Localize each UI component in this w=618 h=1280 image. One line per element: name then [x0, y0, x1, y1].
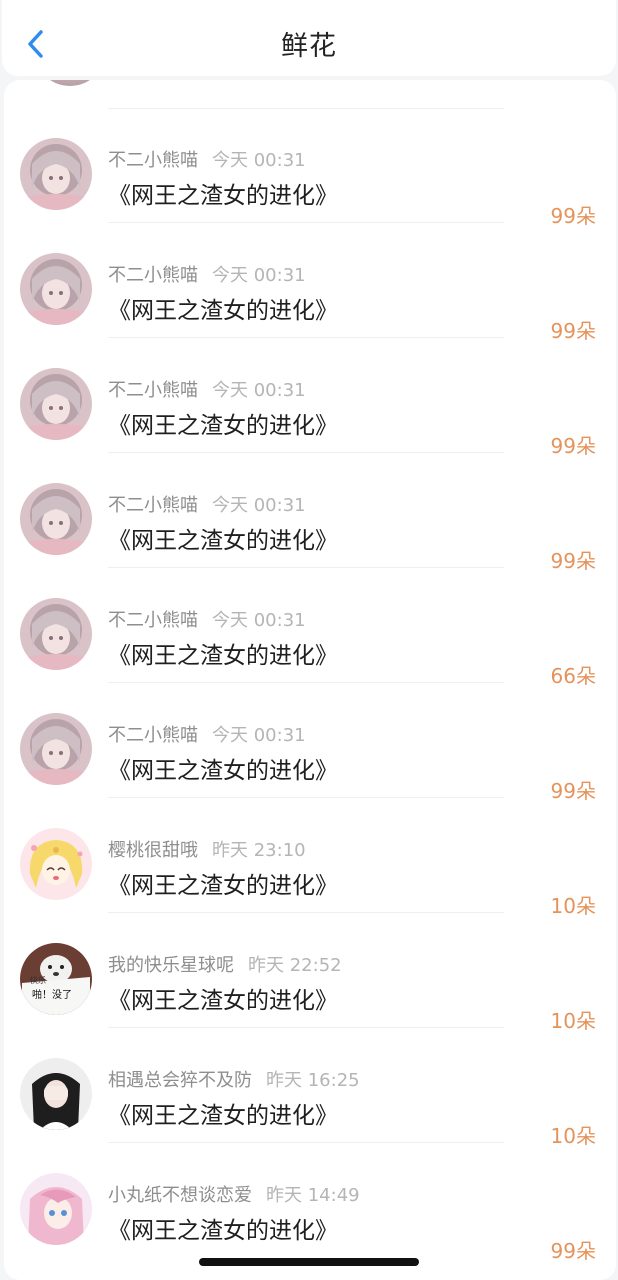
list-item[interactable]: 快乐 啪！没了 我的快乐星球呢 昨天 22:52 《网王之渣女的进化》 10朵: [4, 913, 616, 1033]
list-item[interactable]: 不二小熊喵 今天 00:31 《网王之渣女的进化》 66朵: [4, 568, 616, 688]
user-meta: 小丸纸不想谈恋爱 昨天 14:49: [108, 1181, 360, 1207]
book-title[interactable]: 《网王之渣女的进化》: [108, 636, 338, 670]
list-item[interactable]: 不二小熊喵 今天 00:31 《网王之渣女的进化》 99朵: [4, 108, 616, 228]
page-title: 鲜花: [281, 31, 337, 62]
timestamp: 今天 00:31: [212, 495, 306, 516]
timestamp: 今天 00:31: [212, 380, 306, 401]
list-item[interactable]: 不二小熊喵 今天 00:31 《网王之渣女的进化》 99朵: [4, 453, 616, 573]
avatar[interactable]: [20, 368, 92, 440]
avatar[interactable]: [20, 828, 92, 900]
username[interactable]: 不二小熊喵: [108, 725, 198, 746]
username[interactable]: 不二小熊喵: [108, 380, 198, 401]
book-title[interactable]: 《网王之渣女的进化》: [108, 1211, 338, 1245]
list-item[interactable]: 樱桃很甜哦 昨天 23:10 《网王之渣女的进化》 10朵: [4, 798, 616, 918]
user-meta: 不二小熊喵 今天 00:31: [108, 146, 306, 172]
book-title[interactable]: 《网王之渣女的进化》: [108, 521, 338, 555]
flower-record-list[interactable]: 不二小熊喵 今天 00:31 《网王之渣女的进化》 99朵 不二小熊喵 今天 00:…: [4, 80, 616, 1280]
avatar[interactable]: [20, 598, 92, 670]
timestamp: 昨天 16:25: [266, 1070, 360, 1091]
user-meta: 我的快乐星球呢 昨天 22:52: [108, 951, 342, 977]
username[interactable]: 不二小熊喵: [108, 495, 198, 516]
meme-text-bottom: 啪！没了: [32, 988, 72, 1001]
user-meta: 樱桃很甜哦 昨天 23:10: [108, 836, 306, 862]
avatar[interactable]: [20, 253, 92, 325]
username[interactable]: 不二小熊喵: [108, 265, 198, 286]
flower-count: 99朵: [550, 1239, 596, 1263]
avatar[interactable]: [34, 80, 106, 86]
timestamp: 今天 00:31: [212, 725, 306, 746]
user-meta: 不二小熊喵 今天 00:31: [108, 606, 306, 632]
username[interactable]: 不二小熊喵: [108, 610, 198, 631]
avatar[interactable]: [20, 1173, 92, 1245]
book-title[interactable]: 《网王之渣女的进化》: [108, 751, 338, 785]
timestamp: 昨天 14:49: [266, 1185, 360, 1206]
top-nav-bar: 鲜花: [2, 0, 616, 76]
timestamp: 今天 00:31: [212, 265, 306, 286]
username[interactable]: 相遇总会猝不及防: [108, 1070, 252, 1091]
username[interactable]: 我的快乐星球呢: [108, 955, 234, 976]
timestamp: 今天 00:31: [212, 150, 306, 171]
timestamp: 昨天 23:10: [212, 840, 306, 861]
book-title[interactable]: 《网王之渣女的进化》: [108, 1096, 338, 1130]
username[interactable]: 樱桃很甜哦: [108, 840, 198, 861]
user-meta: 不二小熊喵 今天 00:31: [108, 376, 306, 402]
user-meta: 相遇总会猝不及防 昨天 16:25: [108, 1066, 360, 1092]
avatar[interactable]: [20, 483, 92, 555]
book-title[interactable]: 《网王之渣女的进化》: [108, 866, 338, 900]
timestamp: 今天 00:31: [212, 610, 306, 631]
user-meta: 不二小熊喵 今天 00:31: [108, 721, 306, 747]
list-item[interactable]: 不二小熊喵 今天 00:31 《网王之渣女的进化》 99朵: [4, 683, 616, 803]
user-meta: 不二小熊喵 今天 00:31: [108, 491, 306, 517]
home-indicator: [199, 1258, 419, 1266]
book-title[interactable]: 《网王之渣女的进化》: [108, 176, 338, 210]
avatar[interactable]: [20, 1058, 92, 1130]
timestamp: 昨天 22:52: [248, 955, 342, 976]
avatar[interactable]: [20, 713, 92, 785]
list-item[interactable]: 不二小熊喵 今天 00:31 《网王之渣女的进化》 99朵: [4, 338, 616, 458]
list-item[interactable]: 不二小熊喵 今天 00:31 《网王之渣女的进化》 99朵: [4, 223, 616, 343]
book-title[interactable]: 《网王之渣女的进化》: [108, 291, 338, 325]
book-title[interactable]: 《网王之渣女的进化》: [108, 981, 338, 1015]
username[interactable]: 不二小熊喵: [108, 150, 198, 171]
meme-text-top: 快乐: [30, 975, 46, 985]
book-title[interactable]: 《网王之渣女的进化》: [108, 406, 338, 440]
username[interactable]: 小丸纸不想谈恋爱: [108, 1185, 252, 1206]
avatar[interactable]: 快乐 啪！没了: [20, 943, 92, 1015]
user-meta: 不二小熊喵 今天 00:31: [108, 261, 306, 287]
list-item[interactable]: 相遇总会猝不及防 昨天 16:25 《网王之渣女的进化》 10朵: [4, 1028, 616, 1148]
list-item[interactable]: 小丸纸不想谈恋爱 昨天 14:49 《网王之渣女的进化》 99朵: [4, 1143, 616, 1263]
avatar[interactable]: [20, 138, 92, 210]
